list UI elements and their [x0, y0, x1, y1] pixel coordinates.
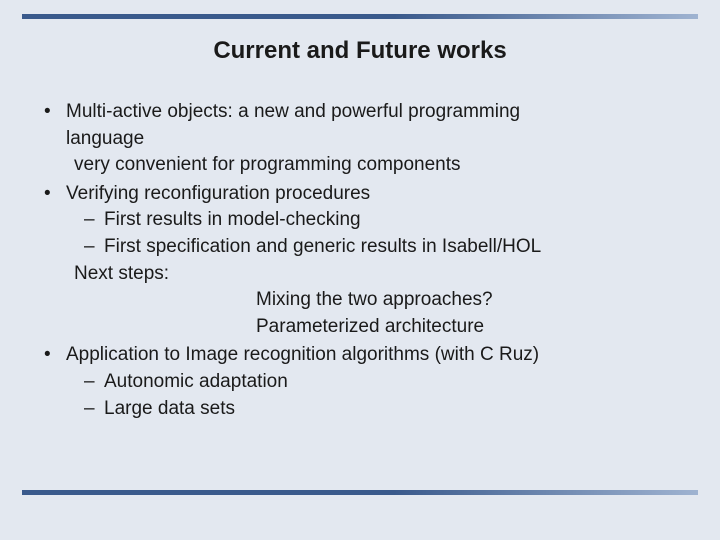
bullet-list: Multi-active objects: a new and powerful… [22, 99, 698, 422]
slide: Current and Future works Multi-active ob… [0, 0, 720, 540]
centered-lines: Mixing the two approaches? Parameterized… [66, 287, 688, 340]
sub-list-item: Large data sets [84, 396, 688, 423]
bullet-text: Application to Image recognition algorit… [66, 344, 539, 365]
sub-list: First results in model-checking First sp… [66, 207, 688, 260]
sub-list-item: First specification and generic results … [84, 234, 688, 261]
list-item: Application to Image recognition algorit… [42, 342, 688, 422]
slide-title: Current and Future works [22, 37, 698, 65]
list-item: Verifying reconfiguration procedures Fir… [42, 181, 688, 341]
bullet-continuation: very convenient for programming componen… [66, 152, 688, 179]
bullet-text: Verifying reconfiguration procedures [66, 183, 370, 204]
bottom-rule [22, 490, 698, 495]
bullet-text: Multi-active objects: a new and powerful… [66, 101, 520, 122]
sub-list-item: Autonomic adaptation [84, 369, 688, 396]
bullet-text: language [66, 128, 144, 149]
centered-line: Parameterized architecture [256, 314, 688, 341]
sub-list: Autonomic adaptation Large data sets [66, 369, 688, 422]
next-steps-label: Next steps: [66, 263, 169, 284]
top-rule [22, 14, 698, 19]
list-item: Multi-active objects: a new and powerful… [42, 99, 688, 179]
centered-line: Mixing the two approaches? [256, 287, 688, 314]
bottom-rule-wrap [22, 490, 698, 495]
sub-list-item: First results in model-checking [84, 207, 688, 234]
